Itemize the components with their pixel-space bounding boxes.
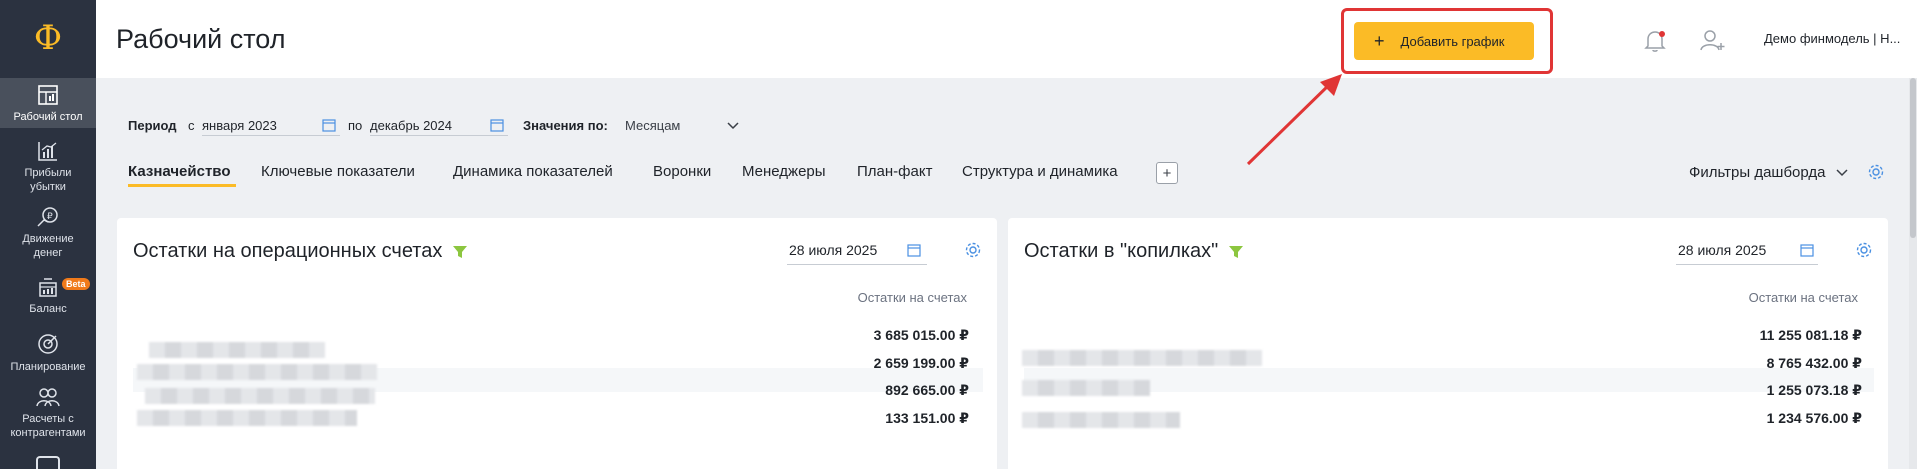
table-row-value: 2 659 199.00 ₽: [873, 355, 969, 371]
beta-badge: Beta: [62, 278, 90, 290]
gear-icon[interactable]: [1856, 242, 1872, 258]
values-by-select[interactable]: Месяцам: [625, 116, 741, 136]
active-tab-indicator: [128, 184, 236, 187]
table-row-value: 1 255 073.18 ₽: [1766, 382, 1862, 398]
dashboard-filters-dropdown[interactable]: Фильтры дашборда: [1689, 164, 1848, 181]
card-date[interactable]: 28 июля 2025: [789, 242, 877, 258]
dashboard-filters-label: Фильтры дашборда: [1689, 164, 1826, 181]
table-row-value: 8 765 432.00 ₽: [1766, 355, 1862, 371]
sidebar-item-money-flow[interactable]: ₽ Движение денег: [0, 206, 96, 260]
card-operational-balances: Остатки на операционных счетах 28 июля 2…: [117, 218, 997, 469]
tab-managers[interactable]: Менеджеры: [742, 163, 826, 180]
sidebar-item-label: Прибыли убытки: [24, 167, 72, 193]
add-user-icon[interactable]: [1700, 28, 1726, 57]
sidebar-item-label: Движение денег: [22, 233, 74, 259]
chevron-down-icon: [1836, 169, 1848, 177]
card-piggybank-balances: Остатки в "копилках" 28 июля 2025 Остатк…: [1008, 218, 1888, 469]
blurred-account-name: [145, 388, 375, 404]
chevron-down-icon: [727, 122, 739, 130]
sidebar-item-label: Планирование: [10, 361, 86, 373]
sidebar: Ф Рабочий стол Прибыли убытки ₽ Движение…: [0, 0, 96, 469]
sidebar-item-contractors[interactable]: Расчеты с контрагентами: [0, 386, 96, 440]
blurred-account-name: [137, 410, 357, 426]
header: Рабочий стол + Добавить график Демо финм…: [96, 0, 1917, 78]
sidebar-item-profit[interactable]: Прибыли убытки: [0, 140, 96, 194]
sidebar-item-label: Расчеты с контрагентами: [10, 413, 86, 439]
dashboard-icon: [38, 85, 58, 105]
tab-indicator-dynamics[interactable]: Динамика показателей: [453, 163, 613, 180]
blurred-account-name: [1022, 350, 1262, 366]
calendar-icon[interactable]: [1800, 243, 1814, 257]
briefcase-icon[interactable]: [36, 456, 60, 469]
gear-icon[interactable]: [1868, 164, 1884, 180]
card-title: Остатки в "копилках": [1024, 240, 1244, 263]
calendar-icon[interactable]: [907, 243, 921, 257]
period-label: Период: [128, 118, 177, 133]
card-date[interactable]: 28 июля 2025: [1678, 242, 1766, 258]
table-row-value: 11 255 081.18 ₽: [1759, 327, 1862, 343]
period-from-value: января 2023: [202, 118, 277, 133]
balance-icon: [39, 278, 57, 297]
card-title-text: Остатки в "копилках": [1024, 240, 1219, 262]
sidebar-item-balance[interactable]: Beta Баланс: [0, 276, 96, 316]
tab-plan-fact[interactable]: План-факт: [857, 163, 932, 180]
card-title-text: Остатки на операционных счетах: [133, 240, 443, 262]
money-flow-icon: ₽: [37, 207, 58, 227]
tab-funnels[interactable]: Воронки: [653, 163, 711, 180]
blurred-account-name: [137, 364, 377, 380]
tab-structure-dynamics[interactable]: Структура и динамика: [962, 163, 1118, 180]
date-underline: [787, 264, 927, 265]
calendar-icon: [490, 119, 504, 132]
blurred-account-name: [149, 342, 325, 358]
bell-icon[interactable]: [1644, 29, 1666, 58]
add-tab-button[interactable]: +: [1156, 162, 1178, 184]
period-to-field[interactable]: декабрь 2024: [370, 116, 508, 136]
page-title: Рабочий стол: [116, 24, 286, 54]
tab-key-indicators[interactable]: Ключевые показатели: [261, 163, 415, 180]
planning-icon: [38, 334, 58, 354]
contractors-icon: [36, 388, 60, 407]
arrow-annotation: [1246, 74, 1342, 166]
highlight-annotation: [1341, 8, 1553, 74]
column-header: Остатки на счетах: [857, 290, 967, 305]
tab-treasury[interactable]: Казначейство: [128, 163, 231, 180]
values-by-value: Месяцам: [625, 118, 681, 133]
sidebar-item-label: Рабочий стол: [13, 111, 83, 123]
table-row-value: 892 665.00 ₽: [885, 382, 969, 398]
to-label: по: [348, 118, 363, 133]
date-underline: [1676, 264, 1818, 265]
calendar-icon: [322, 119, 336, 132]
column-header: Остатки на счетах: [1748, 290, 1858, 305]
logo-glyph: Ф: [33, 18, 63, 58]
profit-chart-icon: [38, 142, 57, 161]
from-label: с: [188, 118, 195, 133]
sidebar-item-planning[interactable]: Планирование: [0, 332, 96, 374]
period-to-value: декабрь 2024: [370, 118, 452, 133]
scrollbar-thumb[interactable]: [1910, 78, 1916, 238]
sidebar-item-label: Баланс: [29, 303, 67, 315]
card-title: Остатки на операционных счетах: [133, 240, 468, 263]
table-row-value: 133 151.00 ₽: [885, 410, 969, 426]
company-selector[interactable]: Демо финмодель | Н...: [1764, 31, 1900, 46]
filter-icon[interactable]: [452, 244, 468, 260]
blurred-account-name: [1022, 380, 1150, 396]
svg-text:₽: ₽: [47, 212, 53, 222]
page-scrollbar[interactable]: [1909, 78, 1917, 469]
gear-icon[interactable]: [965, 242, 981, 258]
sidebar-item-dashboard[interactable]: Рабочий стол: [0, 78, 96, 128]
table-row-value: 1 234 576.00 ₽: [1766, 410, 1862, 426]
filter-icon[interactable]: [1228, 244, 1244, 260]
values-by-label: Значения по:: [523, 118, 608, 133]
app-logo[interactable]: Ф: [0, 0, 96, 76]
table-row-bg: [1024, 368, 1874, 392]
period-from-field[interactable]: января 2023: [202, 116, 340, 136]
blurred-account-name: [1022, 412, 1180, 428]
table-row-value: 3 685 015.00 ₽: [873, 327, 969, 343]
